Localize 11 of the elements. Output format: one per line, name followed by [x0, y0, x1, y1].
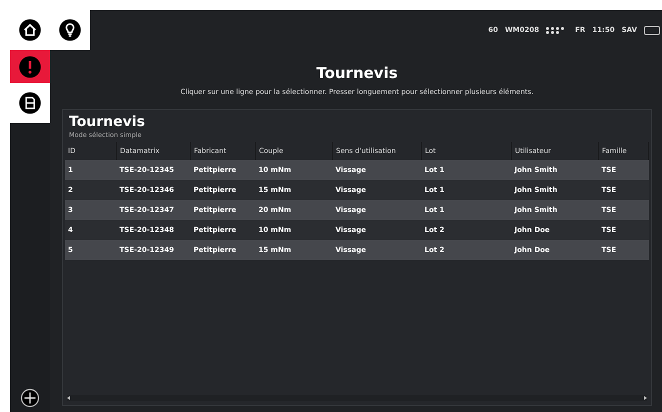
document-icon: [18, 91, 42, 115]
table-title: Tournevis: [68, 114, 146, 131]
plus-icon[interactable]: [20, 388, 40, 408]
alert-button[interactable]: [10, 50, 50, 83]
battery-icon: [644, 26, 660, 34]
horizontal-scrollbar[interactable]: [67, 395, 647, 401]
home-icon: [18, 18, 42, 42]
page-title: Tournevis: [316, 64, 398, 82]
alert-icon: [18, 54, 42, 78]
document-button[interactable]: [10, 83, 50, 123]
lightbulb-icon: [58, 18, 82, 42]
